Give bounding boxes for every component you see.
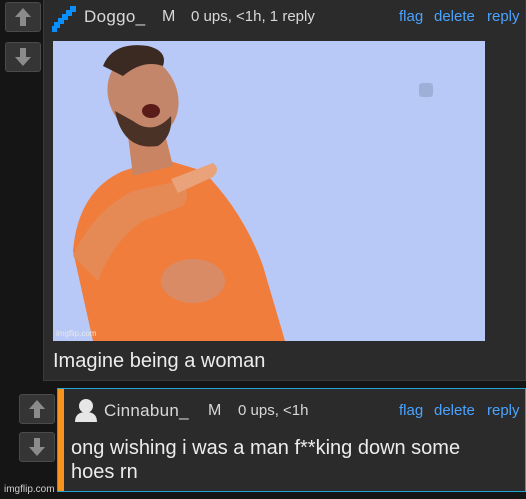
arrow-down-icon — [29, 438, 45, 456]
comment-image[interactable]: imgflip.com — [53, 41, 485, 341]
delete-link[interactable]: delete — [434, 8, 475, 25]
arrow-up-icon — [15, 8, 31, 26]
flag-link[interactable]: flag — [399, 8, 423, 25]
user-avatar — [52, 6, 76, 32]
default-user-icon — [75, 399, 97, 422]
comment-cinnabun: Cinnabun_ M 0 ups, <1h flag delete reply… — [57, 388, 526, 492]
comment-meta: 0 ups, <1h, 1 reply — [191, 8, 315, 25]
reply-link[interactable]: reply — [487, 8, 520, 25]
comment-doggo: Doggo_ M 0 ups, <1h, 1 reply flag delete… — [43, 0, 526, 381]
mod-badge: M — [208, 402, 222, 419]
user-avatar — [75, 398, 97, 422]
flag-link[interactable]: flag — [399, 402, 423, 419]
comment-text: Imagine being a woman — [53, 350, 266, 372]
site-watermark: imgflip.com — [4, 484, 55, 495]
image-watermark: imgflip.com — [56, 329, 97, 338]
pixel-avatar-icon — [52, 6, 76, 32]
comment-text-line-2: hoes rn — [71, 461, 138, 483]
arrow-down-icon — [15, 48, 31, 66]
comment-meta: 0 ups, <1h — [238, 402, 309, 419]
downvote-button[interactable] — [5, 42, 41, 72]
upvote-button[interactable] — [19, 394, 55, 424]
arrow-up-icon — [29, 400, 45, 418]
mod-badge: M — [162, 8, 176, 25]
delete-link[interactable]: delete — [434, 402, 475, 419]
username[interactable]: Doggo_ — [84, 7, 145, 27]
laughing-man-meme-image — [53, 41, 485, 341]
new-comment-highlight-bar — [58, 389, 64, 491]
username[interactable]: Cinnabun_ — [104, 401, 189, 421]
comment-text-line-1: ong wishing i was a man f**king down som… — [71, 437, 461, 459]
downvote-button[interactable] — [19, 432, 55, 462]
reply-link[interactable]: reply — [487, 402, 520, 419]
upvote-button[interactable] — [5, 2, 41, 32]
